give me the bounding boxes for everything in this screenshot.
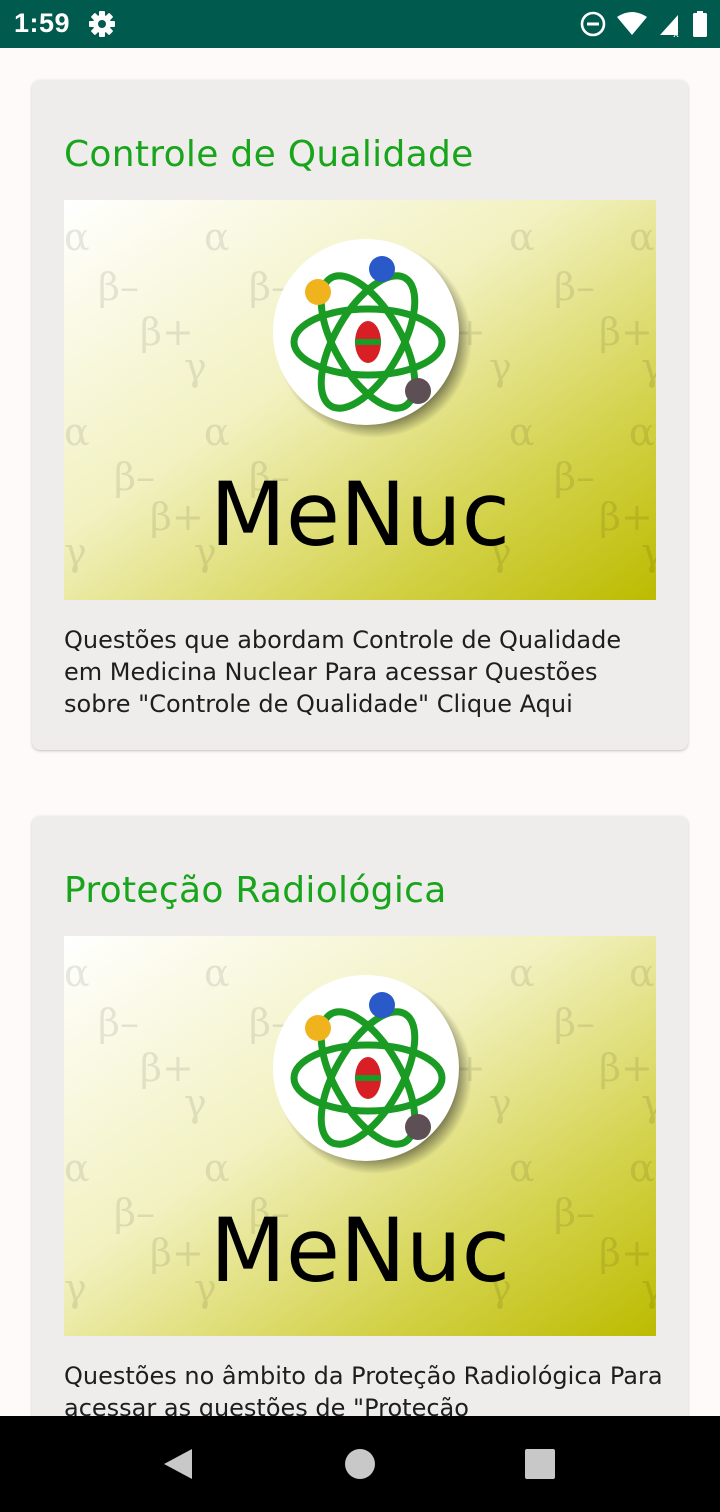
- svg-text:γ: γ: [641, 1266, 656, 1310]
- cell-signal-icon: x: [658, 11, 682, 37]
- svg-text:β–: β–: [554, 455, 595, 499]
- do-not-disturb-icon: [580, 11, 606, 37]
- card-controle-de-qualidade[interactable]: Controle de Qualidade α α α α β– β– β– β…: [32, 80, 688, 750]
- recents-icon[interactable]: [522, 1446, 558, 1486]
- status-bar: 1:59 x: [0, 0, 720, 48]
- svg-text:α: α: [509, 951, 535, 995]
- gear-icon: [88, 10, 116, 38]
- home-icon[interactable]: [342, 1446, 378, 1486]
- svg-text:β–: β–: [114, 455, 155, 499]
- svg-text:α: α: [64, 1146, 90, 1190]
- menuc-logo-image[interactable]: αααα β–β–β– β++β+ γγγ αααα β–β–β– β+β+ γ…: [64, 200, 656, 600]
- svg-text:α: α: [204, 215, 230, 259]
- svg-text:α: α: [509, 410, 535, 454]
- navigation-bar: [0, 1416, 720, 1512]
- svg-text:α: α: [204, 410, 230, 454]
- card-protecao-radiologica[interactable]: Proteção Radiológica α α α α β– β– β– β+…: [32, 816, 688, 1416]
- svg-text:α: α: [509, 215, 535, 259]
- card-title: Proteção Radiológica: [64, 870, 447, 911]
- svg-text:γ: γ: [641, 530, 656, 574]
- svg-text:γ: γ: [184, 1081, 207, 1125]
- svg-text:β–: β–: [554, 265, 595, 309]
- svg-text:α: α: [629, 215, 655, 259]
- svg-text:γ: γ: [641, 1081, 656, 1125]
- status-time: 1:59: [14, 8, 71, 38]
- menuc-logo-image[interactable]: αααα β–β–β– β++β+ γγγ αααα β–β–β– β+β+ γ…: [64, 936, 656, 1336]
- card-list[interactable]: Controle de Qualidade α α α α β– β– β– β…: [0, 48, 720, 1416]
- card-description: Questões que abordam Controle de Qualida…: [64, 626, 622, 718]
- battery-icon: [692, 10, 708, 38]
- logo-text: MeNuc: [210, 463, 510, 566]
- svg-text:α: α: [64, 951, 90, 995]
- svg-text:γ: γ: [489, 345, 512, 389]
- svg-text:α: α: [629, 410, 655, 454]
- card-title: Controle de Qualidade: [64, 134, 474, 175]
- card-description: Questões no âmbito da Proteção Radiológi…: [64, 1362, 663, 1416]
- svg-text:β–: β–: [98, 1001, 139, 1045]
- back-icon[interactable]: [160, 1446, 196, 1486]
- svg-text:α: α: [204, 951, 230, 995]
- svg-text:γ: γ: [64, 530, 87, 574]
- svg-text:α: α: [629, 1146, 655, 1190]
- svg-text:γ: γ: [64, 1266, 87, 1310]
- svg-text:α: α: [629, 951, 655, 995]
- svg-text:β–: β–: [98, 265, 139, 309]
- svg-text:α: α: [204, 1146, 230, 1190]
- svg-text:α: α: [509, 1146, 535, 1190]
- svg-text:α: α: [64, 215, 90, 259]
- logo-text: MeNuc: [210, 1199, 510, 1302]
- svg-text:α: α: [64, 410, 90, 454]
- svg-text:x: x: [673, 29, 679, 37]
- svg-text:β–: β–: [554, 1191, 595, 1235]
- svg-text:β–: β–: [554, 1001, 595, 1045]
- wifi-icon: [616, 11, 648, 37]
- svg-text:β–: β–: [114, 1191, 155, 1235]
- svg-text:γ: γ: [489, 1081, 512, 1125]
- svg-text:γ: γ: [641, 345, 656, 389]
- svg-text:γ: γ: [184, 345, 207, 389]
